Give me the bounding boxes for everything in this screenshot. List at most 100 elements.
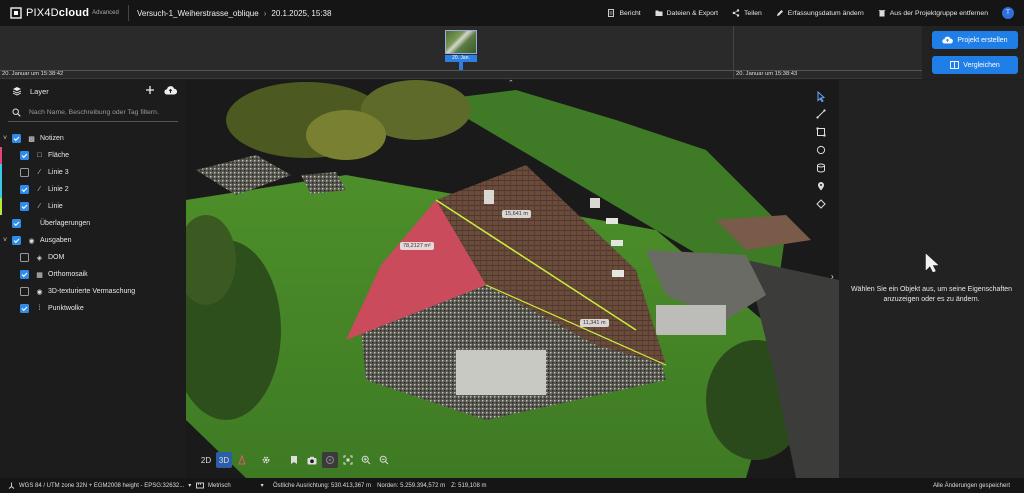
chevron-down-icon[interactable]: ˅ (3, 237, 7, 244)
select-tool[interactable] (813, 88, 829, 104)
create-project-button[interactable]: Projekt erstellen (932, 31, 1018, 49)
layers-panel: Layer Nach Name, Beschreibung oder Tag f… (0, 80, 186, 478)
share-button[interactable]: Teilen (732, 9, 762, 17)
layer-visibility-checkbox[interactable] (20, 253, 29, 262)
orbit-button[interactable] (322, 452, 338, 468)
screenshot-button[interactable] (304, 452, 320, 468)
divider (128, 5, 129, 21)
crs-selector[interactable]: WGS 84 / UTM zone 32N + EGM2008 height -… (8, 482, 191, 489)
layers-title: Layer (30, 86, 49, 96)
breadcrumb: Versuch-1_Weiherstrasse_oblique › 20.1.2… (137, 9, 331, 18)
units-selector[interactable]: Metrisch ▾ (196, 482, 264, 489)
timeline-divider (733, 26, 734, 79)
view-3d-button[interactable]: 3D (216, 452, 232, 468)
line-measurement-label[interactable]: 11,341 m (580, 319, 609, 327)
layer-visibility-checkbox[interactable] (20, 151, 29, 160)
top-bar: PIX4Dcloud Advanced Versuch-1_Weiherstra… (0, 0, 1024, 26)
layer-row[interactable]: ◈ DOM (0, 249, 186, 266)
layer-visibility-checkbox[interactable] (12, 236, 21, 245)
layer-label: Linie 3 (48, 169, 69, 176)
compare-label: Vergleichen (963, 61, 1000, 69)
marker-tool[interactable] (813, 178, 829, 194)
view-2d-button[interactable]: 2D (198, 452, 214, 468)
pointer-icon (817, 90, 826, 102)
layer-visibility-checkbox[interactable] (20, 270, 29, 279)
chevron-right-icon: › (263, 8, 267, 18)
crs-label: WGS 84 / UTM zone 32N + EGM2008 height -… (19, 482, 185, 489)
check-icon (13, 136, 20, 142)
layer-row[interactable]: □ Fläche (0, 147, 186, 164)
layer-row[interactable]: ˅ ▩ Notizen (0, 130, 186, 147)
layer-visibility-checkbox[interactable] (12, 219, 21, 228)
area-measurement-label[interactable]: 78,2127 m² (400, 242, 434, 250)
app-logo[interactable]: PIX4Dcloud Advanced (0, 0, 128, 26)
compare-button[interactable]: Vergleichen (932, 56, 1018, 74)
layer-label: Orthomosaik (48, 271, 88, 278)
layer-visibility-checkbox[interactable] (20, 202, 29, 211)
line-measurement-label[interactable]: 15,641 m (502, 210, 531, 218)
layer-label: Linie 2 (48, 186, 69, 193)
timeline[interactable]: 20. Jan. 20. Januar um 15:38:42 20. Janu… (0, 26, 922, 79)
check-icon (21, 187, 28, 193)
settings-button[interactable] (258, 452, 274, 468)
trash-icon (878, 10, 885, 17)
3d-viewport[interactable]: 78,2127 m² 15,641 m 11,341 m 2D 3D (186, 80, 839, 478)
timeline-date-tag[interactable]: 20. Jan. (445, 55, 477, 62)
polygon-tool[interactable] (813, 124, 829, 140)
remove-from-group-button[interactable]: Aus der Projektgruppe entfernen (878, 9, 988, 17)
files-export-button[interactable]: Dateien & Export (655, 9, 718, 17)
check-icon (13, 238, 20, 244)
user-avatar[interactable]: T (1002, 7, 1014, 19)
layer-visibility-checkbox[interactable] (20, 168, 29, 177)
layer-visibility-checkbox[interactable] (20, 304, 29, 313)
layer-label: 3D-texturierte Vermaschung (48, 288, 136, 295)
polygon-icon (816, 127, 826, 137)
layer-row[interactable]: ∕ Linie 2 (0, 181, 186, 198)
line-icon (816, 109, 826, 119)
overlay-icon (27, 219, 36, 228)
layer-row[interactable]: Überlagerungen (0, 215, 186, 232)
ruler-icon (196, 482, 204, 489)
bookmark-button[interactable] (286, 452, 302, 468)
layer-search-input[interactable]: Nach Name, Beschreibung oder Tag filtern… (8, 104, 178, 122)
line-icon: ∕ (38, 169, 41, 176)
layers-header: Layer (0, 80, 186, 102)
expand-panel-icon[interactable]: › (831, 272, 834, 281)
layer-visibility-checkbox[interactable] (20, 185, 29, 194)
layer-row[interactable]: ◉ 3D-texturierte Vermaschung (0, 283, 186, 300)
diamond-tool[interactable] (813, 196, 829, 212)
layer-visibility-checkbox[interactable] (20, 287, 29, 296)
report-button[interactable]: Bericht (607, 9, 641, 17)
dom-icon: ◈ (36, 254, 43, 262)
camera-icon (307, 456, 317, 464)
perspective-button[interactable] (234, 452, 250, 468)
collapse-timeline-icon[interactable]: ⌃ (508, 79, 514, 87)
layer-visibility-checkbox[interactable] (12, 134, 21, 143)
breadcrumb-project[interactable]: Versuch-1_Weiherstrasse_oblique (137, 9, 259, 18)
zoom-in-button[interactable] (358, 452, 374, 468)
perspective-icon (238, 455, 246, 465)
cloud-upload-icon[interactable] (164, 85, 177, 95)
timeline-dataset-thumbnail[interactable] (445, 30, 477, 54)
cursor-icon (925, 253, 939, 273)
breadcrumb-date[interactable]: 20.1.2025, 15:38 (271, 9, 331, 18)
layer-row[interactable]: ∕ Linie 3 (0, 164, 186, 181)
layer-row[interactable]: ∕ Linie (0, 198, 186, 215)
add-layer-icon[interactable] (145, 85, 155, 95)
chevron-down-icon[interactable]: ˅ (3, 135, 7, 142)
volume-tool[interactable] (813, 160, 829, 176)
layer-row[interactable]: ˅ ◉ Ausgaben (0, 232, 186, 249)
change-capture-date-button[interactable]: Erfassungsdatum ändern (776, 9, 864, 17)
line-tool[interactable] (813, 106, 829, 122)
fit-view-button[interactable] (340, 452, 356, 468)
outputs-icon: ◉ (28, 237, 35, 245)
note-icon: ▩ (28, 135, 35, 143)
layer-row[interactable]: ▦ Orthomosaik (0, 266, 186, 283)
layer-row[interactable]: ⁞ Punktwolke (0, 300, 186, 317)
layer-label: Punktwolke (48, 305, 84, 312)
search-icon (12, 108, 21, 117)
layer-color-stripe (0, 164, 2, 181)
create-project-label: Projekt erstellen (957, 36, 1008, 44)
circle-tool[interactable] (813, 142, 829, 158)
zoom-out-button[interactable] (376, 452, 392, 468)
